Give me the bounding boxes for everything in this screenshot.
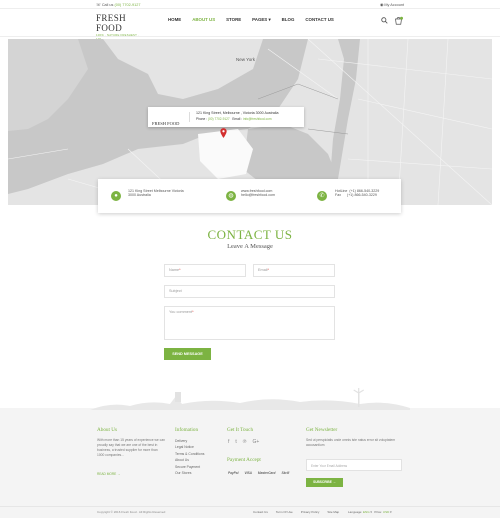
subject-field[interactable]: Subject	[164, 285, 335, 298]
chevron-down-icon: ▾	[268, 17, 271, 22]
my-account-link[interactable]: ◉ My Account	[380, 2, 404, 7]
popup-email: info@freshfood.com	[243, 117, 272, 121]
bottom-bar	[0, 506, 500, 518]
email-field[interactable]: Email*	[253, 264, 335, 277]
map-info-popup: FRESH FOOD 121 King Street, Melbourne , …	[148, 107, 304, 127]
currency-select[interactable]: USD	[383, 510, 389, 514]
newsletter-text: Sed ut perspiciatis unde omnis iste natu…	[306, 438, 396, 448]
newsletter-email-input[interactable]: Enter Your Email Address	[306, 459, 402, 471]
pinterest-icon[interactable]: ℗	[243, 439, 247, 445]
info-address-line2: 3000 Australia	[128, 193, 151, 198]
cart-icon[interactable]	[394, 16, 403, 25]
user-icon: ◉	[379, 3, 384, 7]
bottom-link-privacy[interactable]: Privacy Policy	[301, 510, 320, 514]
comment-textarea[interactable]: You comment*	[164, 306, 335, 340]
read-more-label: READ MORE	[97, 472, 117, 476]
nav-contact-us[interactable]: CONTACT US	[305, 17, 333, 23]
language-select[interactable]: ENG	[363, 510, 370, 514]
footer-link-stores[interactable]: Our Stores	[175, 470, 204, 476]
skrill-logo: Skrill	[281, 471, 290, 475]
footer	[0, 408, 500, 518]
bottom-link-contact[interactable]: Contact Us	[253, 510, 268, 514]
fax-label: Fax	[335, 193, 341, 198]
paypal-logo: PayPal	[228, 471, 239, 475]
facebook-icon[interactable]: f	[228, 439, 229, 445]
popup-logo: FRESH FOOD	[152, 121, 180, 126]
location-icon: ●	[111, 191, 121, 201]
popup-address: 121 King Street, Melbourne , Victoria 30…	[196, 111, 279, 115]
nav-pages-label: PAGES	[252, 17, 268, 22]
footer-newsletter-title: Get Newsletter	[306, 427, 338, 433]
twitter-icon[interactable]: t	[235, 439, 236, 445]
main-nav: HOME ABOUT US STORE PAGES ▾ BLOG CONTACT…	[168, 17, 345, 23]
bottom-link-sitemap[interactable]: Site Map	[327, 510, 339, 514]
required-mark: *	[192, 310, 194, 314]
send-message-button[interactable]: SEND MESSAGE	[164, 348, 211, 360]
mastercard-logo: MasterCard	[257, 471, 276, 475]
copyright: Copyright © 2016 Fresh Food . All Rights…	[97, 510, 166, 514]
subscribe-label: SUBSCRIBE	[313, 480, 332, 484]
arrow-right-icon: →	[332, 480, 336, 484]
nav-about-us[interactable]: ABOUT US	[192, 17, 215, 23]
info-email[interactable]: hello@freshfood.com	[241, 193, 275, 197]
footer-payment-title: Payment Accept	[227, 457, 261, 463]
globe-icon: ◍	[226, 191, 236, 201]
contact-info-card: ● 121 King Street Melbourne Victoria 300…	[98, 179, 401, 213]
nav-blog[interactable]: BLOG	[282, 17, 295, 23]
subscribe-button[interactable]: SUBSCRIBE →	[306, 478, 343, 487]
required-mark: *	[267, 268, 269, 272]
name-placeholder: Name	[169, 268, 180, 272]
comment-placeholder: You comment	[169, 310, 193, 314]
search-icon[interactable]	[381, 17, 388, 24]
visa-logo: VISA	[244, 471, 252, 475]
phone-number: (00) 7702-9127	[114, 3, 141, 7]
email-placeholder: Email	[258, 268, 268, 272]
nav-pages[interactable]: PAGES ▾	[252, 17, 271, 23]
top-bar	[0, 0, 500, 9]
google-plus-icon[interactable]: G+	[252, 439, 259, 445]
logo-title: FRESH FOOD	[96, 13, 127, 33]
phone-icon: ☏	[96, 3, 101, 7]
required-mark: *	[179, 268, 181, 272]
phone-label: Call us	[101, 3, 114, 7]
footer-about-text: With more than 15 years of experience we…	[97, 438, 165, 458]
price-label: Price:	[374, 510, 383, 514]
subject-placeholder: Subject	[169, 289, 182, 293]
popup-phone-label: Phone :	[196, 117, 207, 121]
phone-info: ☏ Call us (00) 7702-9127	[96, 2, 140, 7]
farm-silhouette	[90, 388, 410, 410]
map-place-label: New York	[236, 57, 256, 62]
footer-info-title: Infomation	[175, 427, 199, 433]
popup-phone: (00) 7702-9127	[207, 117, 230, 121]
my-account-label: My Account	[384, 3, 404, 7]
logo[interactable]: FRESH FOOD 100% · NATURE FRESHEST · 100	[96, 13, 142, 41]
fax-number: (+1) 866-540-3229	[347, 193, 377, 198]
language-label: Language:	[348, 510, 363, 514]
contact-subtitle: Leave A Message	[227, 243, 273, 250]
nav-store[interactable]: STORE	[226, 17, 241, 23]
name-field[interactable]: Name*	[164, 264, 246, 277]
popup-email-label: Email :	[232, 117, 243, 121]
arrow-right-icon: →	[117, 472, 121, 476]
read-more-link[interactable]: READ MORE →	[97, 472, 120, 476]
bottom-link-terms[interactable]: Term Of Use	[276, 510, 293, 514]
nav-home[interactable]: HOME	[168, 17, 181, 23]
map-pin-icon[interactable]	[220, 128, 227, 138]
phone-icon: ✆	[317, 191, 327, 201]
footer-touch-title: Get It Touch	[227, 427, 254, 433]
newsletter-placeholder: Enter Your Email Address	[311, 464, 348, 468]
contact-title: CONTACT US	[207, 227, 293, 242]
header	[0, 9, 500, 37]
footer-about-title: About Us	[97, 427, 118, 433]
